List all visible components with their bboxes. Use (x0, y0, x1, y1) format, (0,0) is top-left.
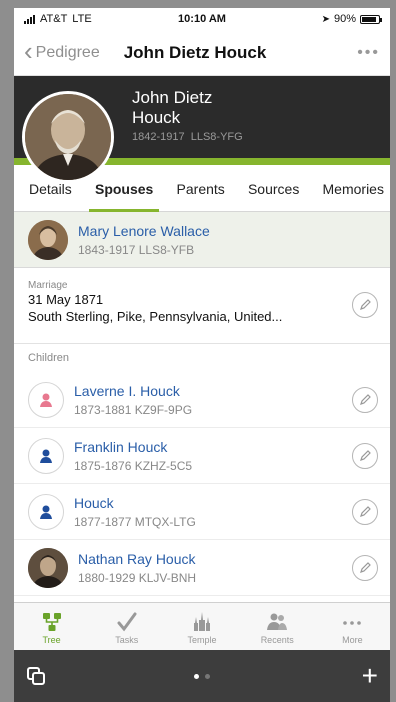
tab-parents[interactable]: Parents (177, 167, 225, 212)
tree-icon (42, 613, 61, 631)
pencil-icon (360, 506, 371, 517)
signal-icon (24, 14, 35, 24)
person-dates: 1842-1917 (132, 131, 185, 143)
marriage-event: Marriage 31 May 1871 South Sterling, Pik… (14, 268, 390, 344)
tab-memories[interactable]: Memories (323, 167, 384, 212)
edit-child-button[interactable] (352, 499, 378, 525)
app-tab-bar: Tree Tasks Temple Recents More (14, 602, 390, 650)
child-row[interactable]: Laverne I. Houck 1873-1881 KZ9F-9PG (14, 372, 390, 428)
child-meta: 1873-1881 KZ9F-9PG (74, 402, 193, 417)
child-meta: 1880-1929 KLJV-BNH (78, 570, 197, 585)
nav-bar: ‹ Pedigree John Dietz Houck ••• (14, 30, 390, 76)
edit-child-button[interactable] (352, 387, 378, 413)
spouse-name[interactable]: Mary Lenore Wallace (78, 222, 210, 240)
person-tabs: Details Spouses Parents Sources Memories (14, 167, 390, 212)
carrier-label: AT&T (40, 13, 68, 25)
back-button[interactable]: ‹ Pedigree (24, 36, 100, 66)
battery-percent: 90% (333, 13, 356, 25)
tabbar-temple[interactable]: Temple (164, 603, 239, 650)
add-button[interactable]: + (362, 662, 378, 690)
child-meta: 1877-1877 MTQX-LTG (74, 514, 196, 529)
marriage-label: Marriage (28, 280, 68, 291)
network-label: LTE (72, 13, 92, 25)
tabbar-more[interactable]: More (315, 603, 390, 650)
person-id: LLS8-YFG (190, 131, 243, 143)
child-row[interactable]: Franklin Houck 1875-1876 KZHZ-5C5 (14, 428, 390, 484)
person-meta: 1842-1917 LLS8-YFG (132, 131, 243, 143)
pencil-icon (360, 562, 371, 573)
tabbar-recents[interactable]: Recents (240, 603, 315, 650)
tab-sources[interactable]: Sources (248, 167, 299, 212)
child-row[interactable]: Nathan Ray Houck 1880-1929 KLJV-BNH (14, 540, 390, 596)
tabbar-label: Tasks (115, 635, 139, 645)
temple-icon (194, 612, 210, 631)
phone-screen: AT&T LTE 10:10 AM ➤ 90% ‹ Pedigree John … (14, 8, 390, 702)
back-label: Pedigree (35, 43, 100, 61)
tabbar-label: Tree (42, 635, 61, 645)
children-label: Children (28, 352, 69, 364)
chevron-left-icon: ‹ (24, 36, 33, 66)
tabbar-tasks[interactable]: Tasks (89, 603, 164, 650)
battery-icon (360, 14, 382, 24)
location-icon: ➤ (321, 13, 330, 25)
more-options-button[interactable]: ••• (357, 44, 380, 62)
pencil-icon (360, 394, 371, 405)
page-title: John Dietz Houck (123, 42, 267, 62)
tab-spouses[interactable]: Spouses (88, 167, 160, 212)
page-indicator (14, 673, 390, 679)
child-name[interactable]: Houck (74, 494, 196, 512)
child-name[interactable]: Nathan Ray Houck (78, 550, 196, 568)
female-icon (28, 381, 64, 418)
tabs-icon[interactable] (26, 666, 46, 686)
edit-child-button[interactable] (352, 443, 378, 469)
male-icon (28, 437, 64, 474)
child-meta: 1875-1876 KZHZ-5C5 (74, 458, 193, 473)
male-icon (28, 493, 64, 530)
spouse-portrait (28, 219, 68, 260)
person-header: John Dietz Houck 1842-1917 LLS8-YFG (14, 76, 390, 183)
portrait-icon (28, 219, 68, 260)
browser-toolbar: + (14, 650, 390, 702)
more-icon (343, 621, 362, 625)
child-portrait (28, 547, 68, 588)
child-name[interactable]: Laverne I. Houck (74, 382, 192, 400)
marriage-date: 31 May 1871 (28, 292, 104, 307)
pencil-icon (360, 299, 371, 310)
tabbar-label: More (342, 635, 363, 645)
pencil-icon (360, 450, 371, 461)
tabbar-label: Recents (260, 635, 294, 645)
tabbar-tree[interactable]: Tree (14, 603, 89, 650)
tab-details[interactable]: Details (29, 167, 72, 212)
spouse-row[interactable]: Mary Lenore Wallace 1843-1917 LLS8-YFB (14, 212, 390, 268)
person-name: John Dietz Houck (132, 88, 213, 127)
child-name[interactable]: Franklin Houck (74, 438, 192, 456)
spouse-meta: 1843-1917 LLS8-YFB (78, 242, 195, 257)
status-bar: AT&T LTE 10:10 AM ➤ 90% (14, 8, 390, 30)
check-icon (117, 612, 137, 632)
people-icon (267, 613, 288, 630)
edit-child-button[interactable] (352, 555, 378, 581)
edit-marriage-button[interactable] (352, 292, 378, 318)
marriage-place: South Sterling, Pike, Pennsylvania, Unit… (28, 309, 283, 324)
portrait-icon (28, 547, 68, 588)
child-row[interactable]: Houck 1877-1877 MTQX-LTG (14, 484, 390, 540)
tabbar-label: Temple (187, 635, 217, 645)
